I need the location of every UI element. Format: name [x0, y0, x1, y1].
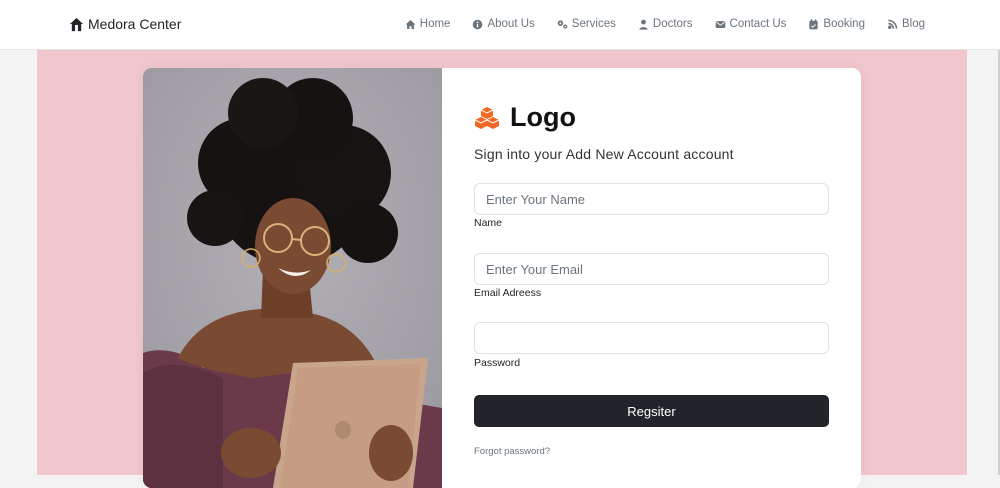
nav-home-label: Home	[419, 18, 451, 30]
doctor-icon	[639, 19, 648, 30]
name-label: Name	[474, 217, 503, 229]
nav-contact[interactable]: Contact Us	[715, 18, 787, 30]
register-button[interactable]: Regsiter	[474, 395, 829, 427]
cubes-icon	[474, 106, 500, 129]
logo: Logo	[474, 102, 576, 133]
form-subtitle: Sign into your Add New Account account	[474, 146, 734, 162]
brand-name: Medora Center	[88, 16, 182, 32]
nav-home[interactable]: Home	[405, 18, 451, 30]
name-input[interactable]	[474, 183, 829, 215]
nav-contact-label: Contact Us	[729, 18, 787, 30]
nav-services[interactable]: Services	[557, 18, 616, 30]
home-icon	[405, 19, 416, 29]
logo-text: Logo	[510, 102, 576, 132]
nav-about-label: About Us	[487, 18, 535, 30]
envelope-icon	[715, 20, 725, 28]
info-icon	[473, 19, 483, 29]
woman-with-tablet-illustration	[143, 68, 442, 488]
top-navbar: Medora Center Home About Us Services Doc…	[0, 0, 1000, 50]
email-label: Email Adreess	[474, 287, 542, 299]
nav-doctors-label: Doctors	[652, 18, 693, 30]
nav-doctors[interactable]: Doctors	[638, 18, 693, 30]
brand-link[interactable]: Medora Center	[69, 16, 181, 32]
hero-photo	[143, 68, 442, 488]
password-input[interactable]	[474, 322, 829, 354]
nav-booking[interactable]: Booking	[808, 18, 865, 30]
nav-booking-label: Booking	[823, 18, 865, 30]
forgot-password-link[interactable]: Forgot password?	[474, 446, 550, 457]
house-icon	[69, 17, 84, 31]
email-input[interactable]	[474, 253, 829, 285]
gears-icon	[557, 19, 568, 29]
calendar-icon	[809, 18, 819, 29]
blog-icon	[888, 19, 898, 29]
nav-about[interactable]: About Us	[472, 18, 535, 30]
nav-menu: Home About Us Services Doctors Contact U…	[405, 18, 925, 30]
register-card: Logo Sign into your Add New Account acco…	[143, 68, 861, 488]
nav-services-label: Services	[571, 18, 616, 30]
nav-blog[interactable]: Blog	[887, 18, 925, 30]
nav-blog-label: Blog	[901, 18, 925, 30]
password-label: Password	[474, 357, 521, 369]
